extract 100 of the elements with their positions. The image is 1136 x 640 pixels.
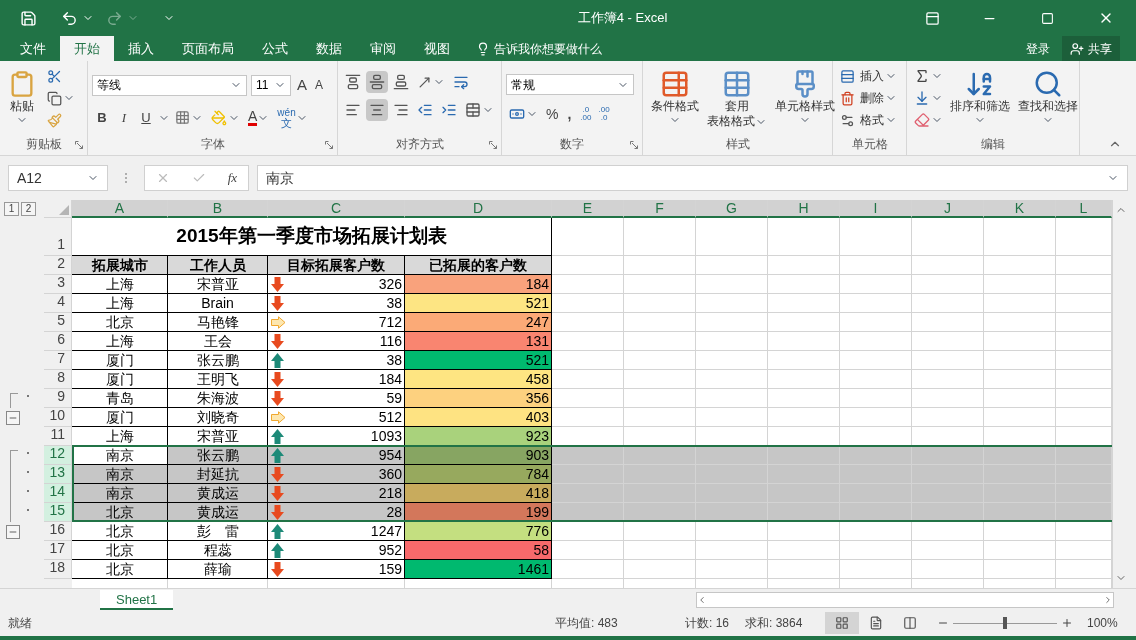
wrap-text-icon xyxy=(453,74,469,90)
outline-level-button[interactable]: 2 xyxy=(21,202,36,216)
column-header[interactable]: G xyxy=(696,200,768,218)
increase-decimal-button[interactable]: .0 .00 xyxy=(578,106,594,122)
row-number[interactable]: 14 xyxy=(44,484,72,503)
row-number[interactable]: 5 xyxy=(44,313,72,332)
dialog-launcher-icon[interactable] xyxy=(75,141,83,149)
outline-level-button[interactable]: 1 xyxy=(4,202,19,216)
column-header[interactable]: A xyxy=(72,200,168,218)
table-cell: 厦门 xyxy=(72,408,168,427)
row-number[interactable]: 8 xyxy=(44,370,72,389)
zoom-slider[interactable] xyxy=(953,617,1057,629)
menu-tab[interactable]: 文件 xyxy=(6,36,60,61)
font-size-dropdown[interactable]: 11 xyxy=(251,74,291,96)
row-number[interactable]: 16 xyxy=(44,522,72,541)
dialog-launcher-icon[interactable] xyxy=(489,141,497,149)
group-label: 样式 xyxy=(725,136,750,153)
phonetic-button[interactable]: wén 文 xyxy=(274,106,311,129)
row-number[interactable]: 6 xyxy=(44,332,72,351)
dialog-launcher-icon[interactable] xyxy=(630,141,638,149)
row-number[interactable]: 18 xyxy=(44,560,72,579)
table-cell: 王明飞 xyxy=(168,370,268,389)
row-number[interactable]: 9 xyxy=(44,389,72,408)
format-as-table-button[interactable]: 套用 表格格式 xyxy=(703,65,771,129)
conditional-format-button[interactable]: 条件格式 xyxy=(647,65,703,126)
find-select-button[interactable]: 查找和选择 xyxy=(1014,65,1082,126)
insert-cells-button[interactable]: 插入 xyxy=(837,65,900,87)
row-number[interactable]: 10 xyxy=(44,408,72,427)
row-number[interactable]: 11 xyxy=(44,427,72,446)
row-number[interactable]: 4 xyxy=(44,294,72,313)
sort-filter-button[interactable]: 排序和筛选 xyxy=(946,65,1014,126)
menu-tab[interactable]: 页面布局 xyxy=(168,36,248,61)
undo-icon[interactable] xyxy=(61,9,78,27)
table-cell: 程蕊 xyxy=(168,541,268,560)
menu-tab[interactable]: 数据 xyxy=(302,36,356,61)
row-number[interactable]: 13 xyxy=(44,465,72,484)
zoom-percent[interactable]: 100% xyxy=(1087,614,1118,632)
column-header[interactable]: D xyxy=(405,200,552,218)
font-name-dropdown[interactable]: 等线 xyxy=(92,74,247,96)
vertical-align-button[interactable] xyxy=(366,71,388,93)
column-header[interactable]: L xyxy=(1056,200,1112,218)
copy-icon xyxy=(47,90,62,106)
share-button[interactable]: 共享 xyxy=(1062,36,1120,61)
cell-styles-button[interactable]: 单元格样式 xyxy=(771,65,839,126)
table-bars-icon xyxy=(660,69,690,99)
menu-tab[interactable]: 视图 xyxy=(410,36,464,61)
sheet-tab[interactable]: Sheet1 xyxy=(100,589,174,610)
ribbon-display-icon[interactable] xyxy=(925,10,940,26)
maximize-icon[interactable] xyxy=(1041,11,1054,25)
table-cell: 北京 xyxy=(72,522,168,541)
row-number[interactable]: 1 xyxy=(44,218,72,256)
grow-font-button[interactable]: A xyxy=(295,74,309,97)
column-header[interactable]: I xyxy=(840,200,912,218)
delete-icon xyxy=(840,90,855,106)
collapse-button[interactable] xyxy=(6,410,20,425)
percent-button[interactable]: % xyxy=(544,103,561,125)
row-number[interactable]: 12 xyxy=(44,446,72,465)
column-header[interactable]: F xyxy=(624,200,696,218)
dialog-launcher-icon[interactable] xyxy=(325,141,333,149)
formula-input[interactable]: 南京 xyxy=(257,165,1128,191)
normal-view-button[interactable] xyxy=(825,612,859,634)
number-format-dropdown[interactable]: 常规 xyxy=(506,74,634,95)
table-cell: 薛瑜 xyxy=(168,560,268,579)
menu-tab[interactable]: 公式 xyxy=(248,36,302,61)
column-header[interactable]: K xyxy=(984,200,1056,218)
name-box[interactable]: A12 xyxy=(8,165,108,191)
insert-function-button[interactable]: fx xyxy=(227,168,238,188)
bold-button[interactable]: B xyxy=(92,107,112,128)
underline-button[interactable]: U xyxy=(136,107,156,128)
zoom-thumb[interactable] xyxy=(1003,617,1007,629)
sign-in-link[interactable]: 登录 xyxy=(1018,36,1058,61)
menu-tab[interactable]: 开始 xyxy=(60,36,114,61)
comma-button[interactable]: , xyxy=(563,103,576,125)
paste-button[interactable]: 粘贴 xyxy=(4,65,40,126)
horizontal-scrollbar[interactable] xyxy=(696,591,1114,608)
format-cells-button[interactable]: 格式 xyxy=(837,109,900,131)
save-icon[interactable] xyxy=(20,9,37,27)
column-header[interactable]: E xyxy=(552,200,624,218)
shrink-font-button[interactable]: A xyxy=(313,76,326,95)
header-cell: 拓展城市 xyxy=(72,256,168,275)
row-number[interactable]: 15 xyxy=(44,503,72,522)
delete-cells-button[interactable]: 删除 xyxy=(837,87,900,109)
redo-icon[interactable] xyxy=(106,9,123,27)
row-number[interactable]: 3 xyxy=(44,275,72,294)
tell-me-search[interactable]: 告诉我你想要做什么 xyxy=(476,36,602,61)
column-header[interactable]: B xyxy=(168,200,268,218)
collapse-button[interactable] xyxy=(6,524,20,539)
column-header[interactable]: C xyxy=(268,200,405,218)
row-number[interactable]: 7 xyxy=(44,351,72,370)
column-header[interactable]: H xyxy=(768,200,840,218)
menu-tab[interactable]: 插入 xyxy=(114,36,168,61)
row-number[interactable]: 2 xyxy=(44,256,72,275)
horizontal-align-button[interactable] xyxy=(366,99,388,121)
decrease-decimal-button[interactable]: .00 .0 xyxy=(596,106,612,122)
menu-tab[interactable]: 审阅 xyxy=(356,36,410,61)
zoom-in-icon[interactable] xyxy=(1061,617,1073,629)
column-header[interactable]: J xyxy=(912,200,984,218)
font-color-button[interactable]: A xyxy=(245,109,273,126)
italic-button[interactable]: I xyxy=(114,107,134,128)
row-number[interactable]: 17 xyxy=(44,541,72,560)
